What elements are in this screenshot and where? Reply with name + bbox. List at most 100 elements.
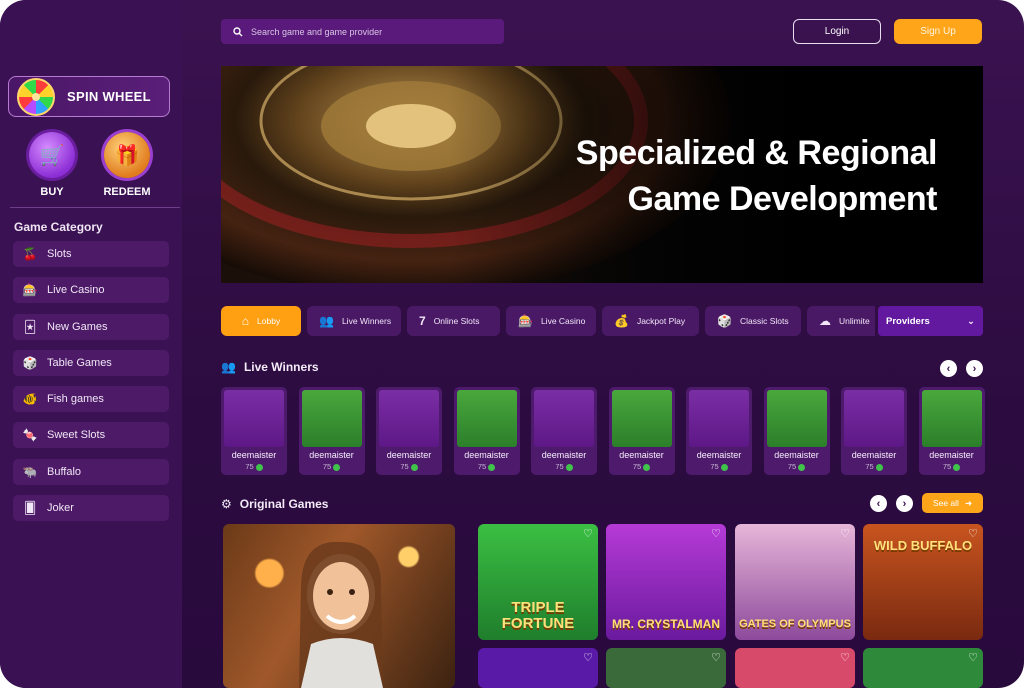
game-tile[interactable]: ♡ — [863, 648, 983, 688]
sidebar-item-live-casino[interactable]: 🎰 Live Casino — [13, 277, 169, 304]
sidebar-item-table-games[interactable]: 🎲 Table Games — [13, 349, 169, 376]
tab-live-casino[interactable]: 🎰 Live Casino — [506, 306, 596, 336]
sidebar-item-buffalo[interactable]: 🐃 Buffalo — [13, 458, 169, 485]
games-prev-button[interactable]: ‹ — [870, 495, 887, 512]
winner-name: deemaister — [541, 450, 587, 460]
favorite-heart-icon[interactable]: ♡ — [968, 651, 978, 664]
sidebar-item-label: Live Casino — [47, 284, 105, 297]
buy-button[interactable]: 🛒 BUY — [27, 132, 77, 198]
winner-card[interactable]: deemaister 75 — [608, 387, 675, 475]
tab-jackpot-play[interactable]: 💰 Jackpot Play — [602, 306, 699, 336]
tab-label: Jackpot Play — [636, 316, 686, 326]
winner-name: deemaister — [619, 450, 664, 460]
game-thumbnail — [921, 390, 982, 447]
buffalo-icon: 🐃 — [22, 464, 38, 479]
winner-card[interactable]: deemaister 75 — [531, 387, 597, 475]
game-thumbnail — [611, 390, 672, 447]
winner-card[interactable]: deemaister 75 — [686, 387, 752, 475]
winner-card[interactable]: deemaister 75 — [918, 387, 985, 475]
sidebar-item-fish-games[interactable]: 🐠 Fish games — [13, 386, 169, 413]
game-tile-mr-crystalman[interactable]: ♡ MR. CRYSTALMAN — [606, 524, 726, 640]
hero-line-1: Specialized & Regional — [575, 134, 938, 172]
winners-next-button[interactable]: › — [966, 360, 983, 377]
favorite-heart-icon[interactable]: ♡ — [711, 651, 721, 664]
game-title: GATES OF OLYMPUS — [739, 618, 851, 630]
winner-card[interactable]: deemaister 75 — [221, 387, 287, 475]
live-winners-header: 👥 Live Winners — [221, 360, 319, 374]
original-games-header: ⚙ Original Games — [221, 497, 328, 511]
tab-unlimited[interactable]: ☁ Unlimite — [807, 306, 875, 336]
sidebar-item-label: Buffalo — [47, 465, 82, 478]
winner-name: deemaister — [929, 450, 974, 460]
favorite-heart-icon[interactable]: ♡ — [840, 651, 850, 664]
cherry-icon: 🍒 — [22, 247, 38, 261]
login-button[interactable]: Login — [793, 19, 881, 44]
favorite-heart-icon[interactable]: ♡ — [840, 527, 850, 540]
category-title: Game Category — [14, 220, 103, 234]
game-tile-gates-of-olympus[interactable]: ♡ GATES OF OLYMPUS — [735, 524, 855, 640]
cart-icon: 🛒 — [29, 132, 75, 178]
winners-icon: 👥 — [221, 360, 236, 374]
tab-classic-slots[interactable]: 🎲 Classic Slots — [705, 306, 801, 336]
game-tile[interactable]: ♡ — [478, 648, 598, 688]
favorite-heart-icon[interactable]: ♡ — [583, 651, 593, 664]
game-thumbnail — [844, 390, 904, 447]
tab-live-winners[interactable]: 👥 Live Winners — [307, 306, 401, 336]
favorite-heart-icon[interactable]: ♡ — [711, 527, 721, 540]
winner-card[interactable]: deemaister 75 — [763, 387, 830, 475]
tab-online-slots[interactable]: 7 Online Slots — [407, 306, 500, 336]
winner-card[interactable]: deemaister 75 — [298, 387, 365, 475]
sidebar-item-new-games[interactable]: 🃏 New Games — [13, 313, 169, 340]
game-title: MR. CRYSTALMAN — [612, 617, 720, 631]
signup-button[interactable]: Sign Up — [894, 19, 982, 44]
winner-name: deemaister — [696, 450, 742, 460]
see-all-button[interactable]: See all ➜ — [922, 493, 983, 513]
game-tile-triple-fortune[interactable]: ♡ TRIPLE FORTUNE — [478, 524, 598, 640]
sidebar-item-label: Fish games — [47, 393, 104, 406]
game-thumbnail — [689, 390, 749, 447]
search-input[interactable] — [251, 26, 491, 37]
cloud-icon: ☁ — [819, 314, 831, 328]
game-tile-wild-buffalo[interactable]: ♡ WILD BUFFALO — [863, 524, 983, 640]
game-tile[interactable]: ♡ — [735, 648, 855, 688]
game-thumbnail — [301, 390, 362, 447]
games-next-button[interactable]: › — [896, 495, 913, 512]
game-thumbnail — [534, 390, 594, 447]
home-icon: ⌂ — [241, 314, 250, 328]
providers-dropdown[interactable]: Providers ⌄ — [878, 306, 983, 336]
wheel-icon — [17, 77, 55, 116]
winners-prev-button[interactable]: ‹ — [940, 360, 957, 377]
winner-card[interactable]: deemaister 75 — [841, 387, 907, 475]
sidebar-item-label: Sweet Slots — [47, 429, 106, 442]
sidebar-item-slots[interactable]: 🍒 Slots — [13, 241, 169, 267]
dice-icon: 🎲 — [717, 314, 732, 328]
winner-amount: 75 — [531, 462, 597, 471]
winner-amount: 75 — [609, 462, 675, 471]
winner-card[interactable]: deemaister 75 — [376, 387, 442, 475]
winner-card[interactable]: deemaister 75 — [453, 387, 520, 475]
fish-icon: 🐠 — [22, 392, 38, 407]
favorite-heart-icon[interactable]: ♡ — [583, 527, 593, 540]
search-icon — [233, 26, 243, 36]
winner-amount: 75 — [764, 462, 830, 471]
spin-wheel-button[interactable]: SPIN WHEEL — [8, 76, 170, 117]
featured-game-tile[interactable] — [223, 524, 455, 688]
hero-banner[interactable]: Specialized & Regional Game Development — [221, 66, 983, 283]
hero-headline: Specialized & Regional Game Development — [575, 130, 938, 222]
redeem-button[interactable]: 🎁 REDEEM — [102, 132, 152, 198]
tab-lobby[interactable]: ⌂ Lobby — [221, 306, 301, 336]
sidebar-item-sweet-slots[interactable]: 🍬 Sweet Slots — [13, 422, 169, 449]
tab-label: Classic Slots — [739, 316, 789, 326]
candy-icon: 🍬 — [22, 428, 38, 443]
game-tile[interactable]: ♡ — [606, 648, 726, 688]
search-bar[interactable] — [221, 19, 504, 44]
jackpot-icon: 💰 — [614, 314, 629, 328]
joker-icon: 🂠 — [23, 501, 37, 516]
winner-name: deemaister — [309, 450, 354, 460]
coin-icon — [720, 463, 728, 471]
sidebar-item-joker[interactable]: 🂠 Joker — [13, 495, 169, 522]
category-list: 🍒 Slots 🎰 Live Casino 🃏 New Games 🎲 Tabl… — [13, 241, 169, 531]
gift-icon: 🎁 — [104, 132, 150, 178]
live-winners-title: Live Winners — [243, 360, 319, 374]
coin-icon — [798, 463, 806, 471]
